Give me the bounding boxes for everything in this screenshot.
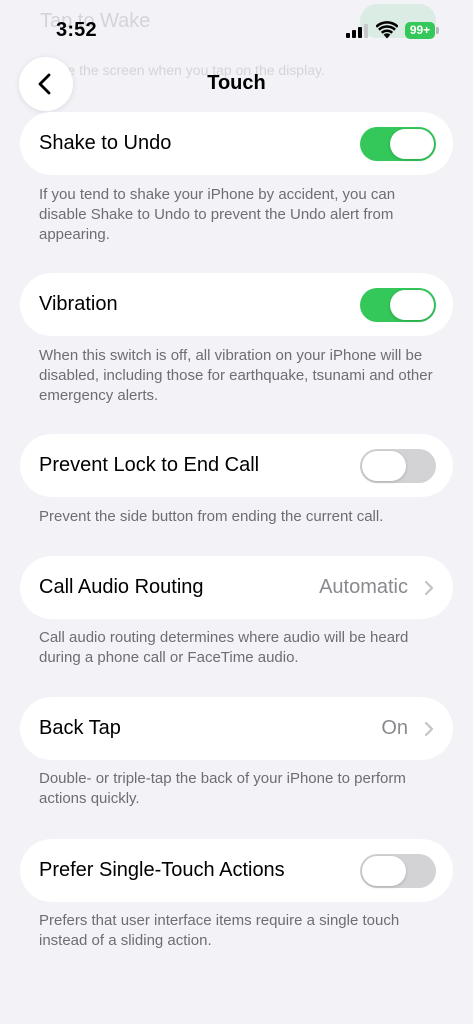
back-tap-value: On	[381, 717, 408, 739]
shake-to-undo-footer: If you tend to shake your iPhone by acci…	[39, 186, 396, 243]
call-audio-routing-row[interactable]: Call Audio Routing Automatic	[20, 556, 453, 619]
chevron-right-icon	[424, 580, 434, 596]
chevron-right-icon	[424, 721, 434, 737]
page-title: Touch	[207, 72, 266, 94]
prefer-single-touch-actions-row: Prefer Single-Touch Actions	[20, 839, 453, 902]
status-bar: 3:52 99+	[0, 0, 473, 60]
shake-to-undo-label: Shake to Undo	[39, 132, 172, 154]
prevent-lock-to-end-call-footer: Prevent the side button from ending the …	[39, 508, 384, 525]
vibration-label: Vibration	[39, 293, 118, 315]
back-tap-footer: Double- or triple-tap the back of your i…	[39, 770, 406, 807]
shake-to-undo-row: Shake to Undo	[20, 112, 453, 175]
prevent-lock-to-end-call-label: Prevent Lock to End Call	[39, 454, 260, 476]
battery-level: 99+	[405, 22, 435, 39]
back-tap-row[interactable]: Back Tap On	[20, 697, 453, 760]
call-audio-routing-label: Call Audio Routing	[39, 576, 204, 598]
prefer-single-touch-actions-footer: Prefers that user interface items requir…	[39, 912, 400, 949]
vibration-toggle[interactable]	[360, 288, 436, 322]
status-time: 3:52	[56, 19, 97, 41]
vibration-footer: When this switch is off, all vibration o…	[39, 347, 433, 404]
prefer-single-touch-actions-label: Prefer Single-Touch Actions	[39, 859, 285, 881]
prefer-single-touch-actions-toggle[interactable]	[360, 854, 436, 888]
back-tap-label: Back Tap	[39, 717, 121, 739]
vibration-row: Vibration	[20, 273, 453, 336]
wifi-icon	[376, 21, 398, 39]
call-audio-routing-value: Automatic	[319, 576, 408, 598]
prevent-lock-to-end-call-row: Prevent Lock to End Call	[20, 434, 453, 497]
battery-icon: 99+	[405, 22, 439, 39]
prevent-lock-to-end-call-toggle[interactable]	[360, 449, 436, 483]
call-audio-routing-footer: Call audio routing determines where audi…	[39, 629, 409, 666]
cellular-signal-icon	[346, 24, 370, 38]
shake-to-undo-toggle[interactable]	[360, 127, 436, 161]
